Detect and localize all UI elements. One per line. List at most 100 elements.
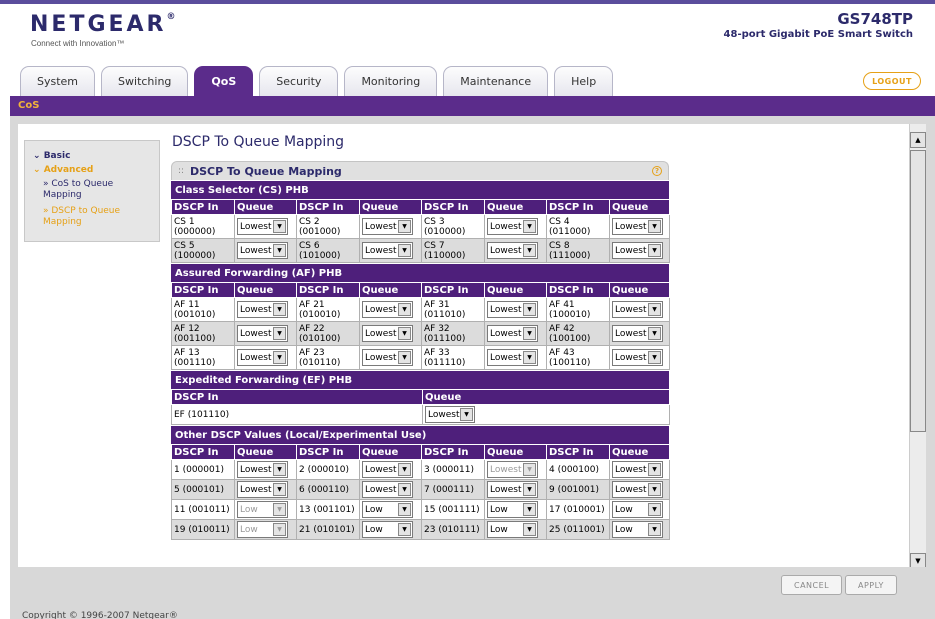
queue-select[interactable]: Low ▼ [487,521,538,538]
queue-select[interactable]: Lowest ▼ [612,301,663,318]
dropdown-arrow-icon: ▼ [648,503,661,516]
queue-cell: Lowest ▼ [609,214,670,239]
dropdown-arrow-icon: ▼ [398,327,411,340]
queue-select[interactable]: Lowest ▼ [362,461,413,478]
dropdown-arrow-icon: ▼ [523,351,536,364]
dscp-cell: 2 (000010) [296,459,360,480]
dscp-cell: 23 (010111) [421,519,485,540]
queue-select[interactable]: Lowest ▼ [487,481,538,498]
subnav-item-cos[interactable]: CoS [18,100,39,111]
sidenav-basic[interactable]: ⌄ Basic [33,151,151,161]
queue-cell: Low ▼ [484,519,547,540]
queue-select[interactable]: Lowest ▼ [487,461,538,478]
queue-cell: Lowest ▼ [359,459,422,480]
scroll-thumb[interactable] [910,150,926,432]
queue-select[interactable]: Lowest ▼ [237,301,288,318]
logout-button[interactable]: LOGOUT [863,72,921,90]
tab-maintenance[interactable]: Maintenance [443,66,549,96]
queue-select[interactable]: Low ▼ [362,521,413,538]
dropdown-arrow-icon: ▼ [523,244,536,257]
tab-monitoring[interactable]: Monitoring [344,66,438,96]
help-icon[interactable]: ? [652,166,662,176]
queue-cell: Low ▼ [234,519,297,540]
table-row: 5 (000101) Lowest ▼ 6 (000110) Lowest ▼ 7 (000… [171,479,670,500]
dropdown-arrow-icon: ▼ [648,303,661,316]
dropdown-arrow-icon: ▼ [273,503,286,516]
queue-select[interactable]: Lowest ▼ [362,301,413,318]
queue-select[interactable]: Lowest ▼ [237,481,288,498]
col-dscp-in: DSCP In [171,444,235,460]
queue-select[interactable]: Lowest ▼ [237,461,288,478]
dscp-cell: 5 (000101) [171,479,235,500]
sidenav-advanced[interactable]: ⌄ Advanced [33,165,151,175]
section-ef: Expedited Forwarding (EF) PHB [171,370,669,389]
queue-select[interactable]: Low ▼ [237,501,288,518]
dscp-cell: CS 3 (010000) [421,214,485,239]
queue-select[interactable]: Lowest ▼ [362,349,413,366]
queue-select[interactable]: Lowest ▼ [487,349,538,366]
queue-cell: Low ▼ [609,499,670,520]
queue-select[interactable]: Lowest ▼ [237,218,288,235]
queue-select[interactable]: Lowest ▼ [425,406,475,423]
tab-switching[interactable]: Switching [101,66,189,96]
tab-system[interactable]: System [20,66,96,96]
dscp-cell: AF 33 (011110) [421,345,485,370]
dscp-cell: 3 (000011) [421,459,485,480]
queue-select[interactable]: Lowest ▼ [612,349,663,366]
queue-select[interactable]: Lowest ▼ [362,218,413,235]
col-queue: Queue [609,282,670,298]
cancel-button[interactable]: CANCEL [781,575,843,595]
queue-select[interactable]: Low ▼ [487,501,538,518]
queue-cell: Lowest ▼ [234,238,297,263]
table-row: AF 11 (001010) Lowest ▼ AF 21 (010010) Lowest ▼… [171,297,670,322]
queue-select[interactable]: Lowest ▼ [362,325,413,342]
dscp-cell: 7 (000111) [421,479,485,500]
tab-help[interactable]: Help [554,66,614,96]
dscp-cell: AF 31 (011010) [421,297,485,322]
dropdown-arrow-icon: ▼ [523,220,536,233]
dscp-cell: CS 5 (100000) [171,238,235,263]
tab-qos[interactable]: QoS [194,66,254,96]
queue-select[interactable]: Lowest ▼ [612,242,663,259]
dscp-cell: CS 8 (111000) [546,238,610,263]
queue-cell: Low ▼ [234,499,297,520]
queue-select[interactable]: Lowest ▼ [487,242,538,259]
vertical-scrollbar[interactable]: ▲ ▼ [909,124,926,569]
dropdown-arrow-icon: ▼ [523,523,536,536]
dropdown-arrow-icon: ▼ [648,351,661,364]
sidenav-dscp-to-queue[interactable]: » DSCP to Queue Mapping [43,206,151,228]
queue-select[interactable]: Lowest ▼ [612,218,663,235]
queue-select[interactable]: Lowest ▼ [612,461,663,478]
queue-select[interactable]: Lowest ▼ [612,325,663,342]
queue-cell: Lowest ▼ [484,459,547,480]
apply-button[interactable]: APPLY [845,575,897,595]
dropdown-arrow-icon: ▼ [398,463,411,476]
queue-select[interactable]: Low ▼ [612,521,663,538]
dscp-cell: AF 32 (011100) [421,321,485,346]
queue-select[interactable]: Low ▼ [362,501,413,518]
queue-cell: Low ▼ [609,519,670,540]
queue-select[interactable]: Lowest ▼ [612,481,663,498]
other-table: DSCP In Queue DSCP In Queue DSCP In Queue DSCP… [171,444,670,540]
queue-select[interactable]: Lowest ▼ [237,325,288,342]
sidenav-cos-to-queue[interactable]: » CoS to Queue Mapping [43,179,151,201]
queue-cell: Lowest ▼ [359,214,422,239]
table-row: 1 (000001) Lowest ▼ 2 (000010) Lowest ▼ 3 (000… [171,459,670,480]
queue-select[interactable]: Low ▼ [612,501,663,518]
scroll-up-icon[interactable]: ▲ [910,132,926,148]
queue-select[interactable]: Lowest ▼ [362,481,413,498]
queue-cell: Lowest ▼ [609,321,670,346]
queue-select[interactable]: Lowest ▼ [487,325,538,342]
queue-select[interactable]: Lowest ▼ [487,218,538,235]
col-queue: Queue [234,282,297,298]
queue-select[interactable]: Lowest ▼ [237,242,288,259]
queue-select[interactable]: Lowest ▼ [362,242,413,259]
queue-select[interactable]: Lowest ▼ [487,301,538,318]
queue-cell: Low ▼ [484,499,547,520]
dscp-cell: 17 (010001) [546,499,610,520]
queue-select[interactable]: Lowest ▼ [237,349,288,366]
tab-security[interactable]: Security [259,66,339,96]
col-dscp-in: DSCP In [421,282,485,298]
cs-table: DSCP In Queue DSCP In Queue DSCP In Queue DSCP… [171,199,670,263]
queue-select[interactable]: Low ▼ [237,521,288,538]
